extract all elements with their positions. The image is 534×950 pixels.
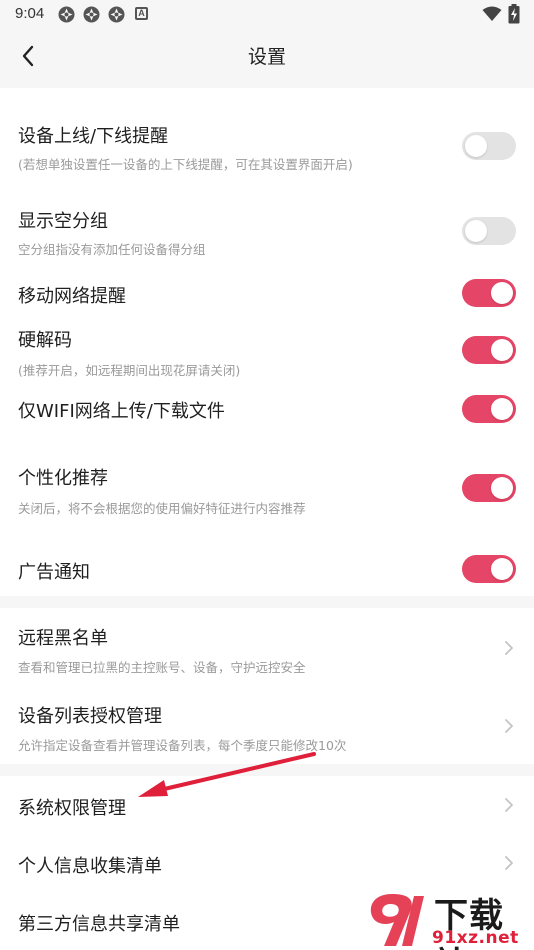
hardware-decoding-toggle[interactable] <box>462 336 516 364</box>
chevron-right-icon <box>505 641 513 655</box>
annotation-arrow <box>138 752 316 797</box>
toggle-knob <box>465 220 487 242</box>
online-offline-alert-toggle[interactable] <box>462 132 516 160</box>
item-title: 系统权限管理 <box>18 798 126 819</box>
item-title: 远程黑名单 <box>18 628 108 649</box>
setting-personalized-recommendation: 个性化推荐 关闭后，将不会根据您的使用偏好特征进行内容推荐 <box>0 454 534 524</box>
notification-icon <box>108 6 125 23</box>
toggle-knob <box>491 282 513 304</box>
setting-subtitle: (若想单独设置任一设备的上下线提醒，可在其设置界面开启) <box>18 157 353 172</box>
app-header: 设置 <box>0 28 534 82</box>
setting-hardware-decoding: 硬解码 (推荐开启，如远程期间出现花屏请关闭) <box>0 320 534 384</box>
personal-info-collection-list-item[interactable]: 个人信息收集清单 <box>0 834 534 892</box>
battery-charging-icon <box>508 4 520 24</box>
item-subtitle: 查看和管理已拉黑的主控账号、设备，守护远控安全 <box>18 660 306 675</box>
wifi-only-transfer-toggle[interactable] <box>462 395 516 423</box>
setting-title: 仅WIFI网络上传/下载文件 <box>18 401 225 422</box>
setting-title: 广告通知 <box>18 562 90 583</box>
setting-mobile-network-alert: 移动网络提醒 <box>0 272 534 314</box>
remote-blacklist-item[interactable]: 远程黑名单 查看和管理已拉黑的主控账号、设备，守护远控安全 <box>0 608 534 686</box>
setting-subtitle: 关闭后，将不会根据您的使用偏好特征进行内容推荐 <box>18 501 306 516</box>
chevron-right-icon <box>505 798 513 812</box>
setting-wifi-only-transfer: 仅WIFI网络上传/下载文件 <box>0 388 534 430</box>
notification-icon <box>83 6 100 23</box>
management-section: 远程黑名单 查看和管理已拉黑的主控账号、设备，守护远控安全 设备列表授权管理 允… <box>0 608 534 764</box>
notification-icon <box>58 6 75 23</box>
page-title: 设置 <box>247 46 286 68</box>
setting-title: 移动网络提醒 <box>18 286 126 307</box>
toggle-knob <box>465 135 487 157</box>
notification-settings-section: 设备上线/下线提醒 (若想单独设置任一设备的上下线提醒，可在其设置界面开启) 显… <box>0 88 534 596</box>
setting-online-offline-alert: 设备上线/下线提醒 (若想单独设置任一设备的上下线提醒，可在其设置界面开启) <box>0 108 534 178</box>
status-bar: 9:04 A <box>0 0 534 28</box>
show-empty-group-toggle[interactable] <box>462 217 516 245</box>
wifi-icon <box>482 6 502 21</box>
toggle-knob <box>491 477 513 499</box>
chevron-right-icon <box>505 856 513 870</box>
setting-show-empty-group: 显示空分组 空分组指没有添加任何设备得分组 <box>0 193 534 263</box>
toggle-knob <box>491 398 513 420</box>
ad-notification-toggle[interactable] <box>462 555 516 583</box>
a-icon: A <box>135 7 148 20</box>
item-title: 设备列表授权管理 <box>18 706 162 727</box>
toggle-knob <box>491 558 513 580</box>
setting-title: 显示空分组 <box>18 211 108 232</box>
setting-subtitle: 空分组指没有添加任何设备得分组 <box>18 242 206 257</box>
chevron-right-icon <box>505 719 513 733</box>
status-time: 9:04 <box>15 5 45 22</box>
setting-subtitle: (推荐开启，如远程期间出现花屏请关闭) <box>18 363 241 378</box>
setting-title: 硬解码 <box>18 330 72 351</box>
item-title: 第三方信息共享清单 <box>18 914 180 935</box>
setting-ad-notification: 广告通知 <box>0 546 534 588</box>
settings-screen: 9:04 A 设置 设备上线/下线提醒 (若想单独设置任一设备的上下线提醒，可在… <box>0 0 534 950</box>
setting-title: 设备上线/下线提醒 <box>18 126 169 147</box>
setting-title: 个性化推荐 <box>18 468 108 489</box>
watermark-url: 91xz.net <box>432 928 519 948</box>
personalized-recommendation-toggle[interactable] <box>462 474 516 502</box>
watermark: 下载站 91xz.net <box>362 888 534 950</box>
item-title: 个人信息收集清单 <box>18 856 162 877</box>
watermark-logo-icon <box>370 894 424 946</box>
mobile-network-alert-toggle[interactable] <box>462 279 516 307</box>
toggle-knob <box>491 339 513 361</box>
